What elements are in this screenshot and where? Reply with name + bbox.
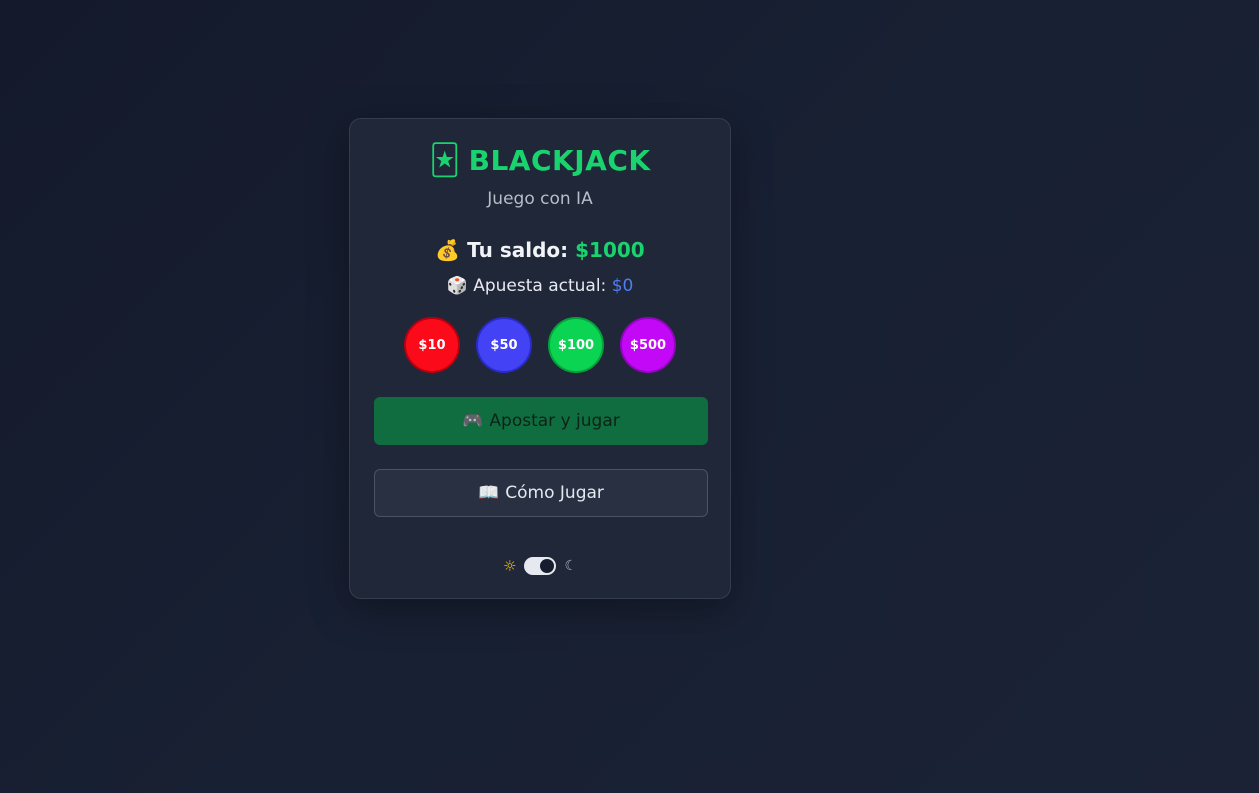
subtitle: Juego con IA (487, 189, 593, 209)
gamepad-icon: 🎮 (462, 411, 484, 431)
book-icon: 📖 (478, 483, 500, 503)
bet-value: $0 (611, 276, 634, 296)
theme-toggle[interactable] (524, 557, 557, 575)
chip-50-button[interactable]: $50 (476, 317, 532, 373)
bet-and-play-button[interactable]: 🎮 Apostar y jugar (374, 397, 708, 445)
chip-500-button[interactable]: $500 (620, 317, 676, 373)
bet-line: 🎲 Apuesta actual: $0 (350, 276, 730, 296)
moon-icon: ☾ (564, 558, 577, 574)
how-to-play-label: Cómo Jugar (505, 483, 604, 503)
chip-100-button[interactable]: $100 (548, 317, 604, 373)
balance-label: Tu saldo: (467, 238, 569, 262)
chip-row: $10 $50 $100 $500 (350, 317, 730, 373)
money-bag-icon: 💰 (435, 238, 461, 262)
page-title: 🃏 BLACKJACK (350, 141, 730, 181)
toggle-knob (540, 559, 555, 573)
bet-label: Apuesta actual: (473, 276, 607, 296)
bet-and-play-label: Apostar y jugar (489, 411, 620, 431)
balance-line: 💰 Tu saldo: $1000 (350, 238, 730, 262)
game-card: 🃏 BLACKJACK Juego con IA 💰 Tu saldo: $100… (349, 118, 731, 599)
theme-switcher: ☼ ☾ (350, 557, 730, 575)
how-to-play-button[interactable]: 📖 Cómo Jugar (374, 469, 708, 517)
sun-icon: ☼ (502, 557, 517, 575)
dice-icon: 🎲 (446, 276, 468, 296)
chip-10-button[interactable]: $10 (404, 317, 460, 373)
balance-value: $1000 (575, 238, 645, 262)
title-text: BLACKJACK (468, 144, 651, 177)
joker-card-icon: 🃏 (429, 143, 461, 178)
